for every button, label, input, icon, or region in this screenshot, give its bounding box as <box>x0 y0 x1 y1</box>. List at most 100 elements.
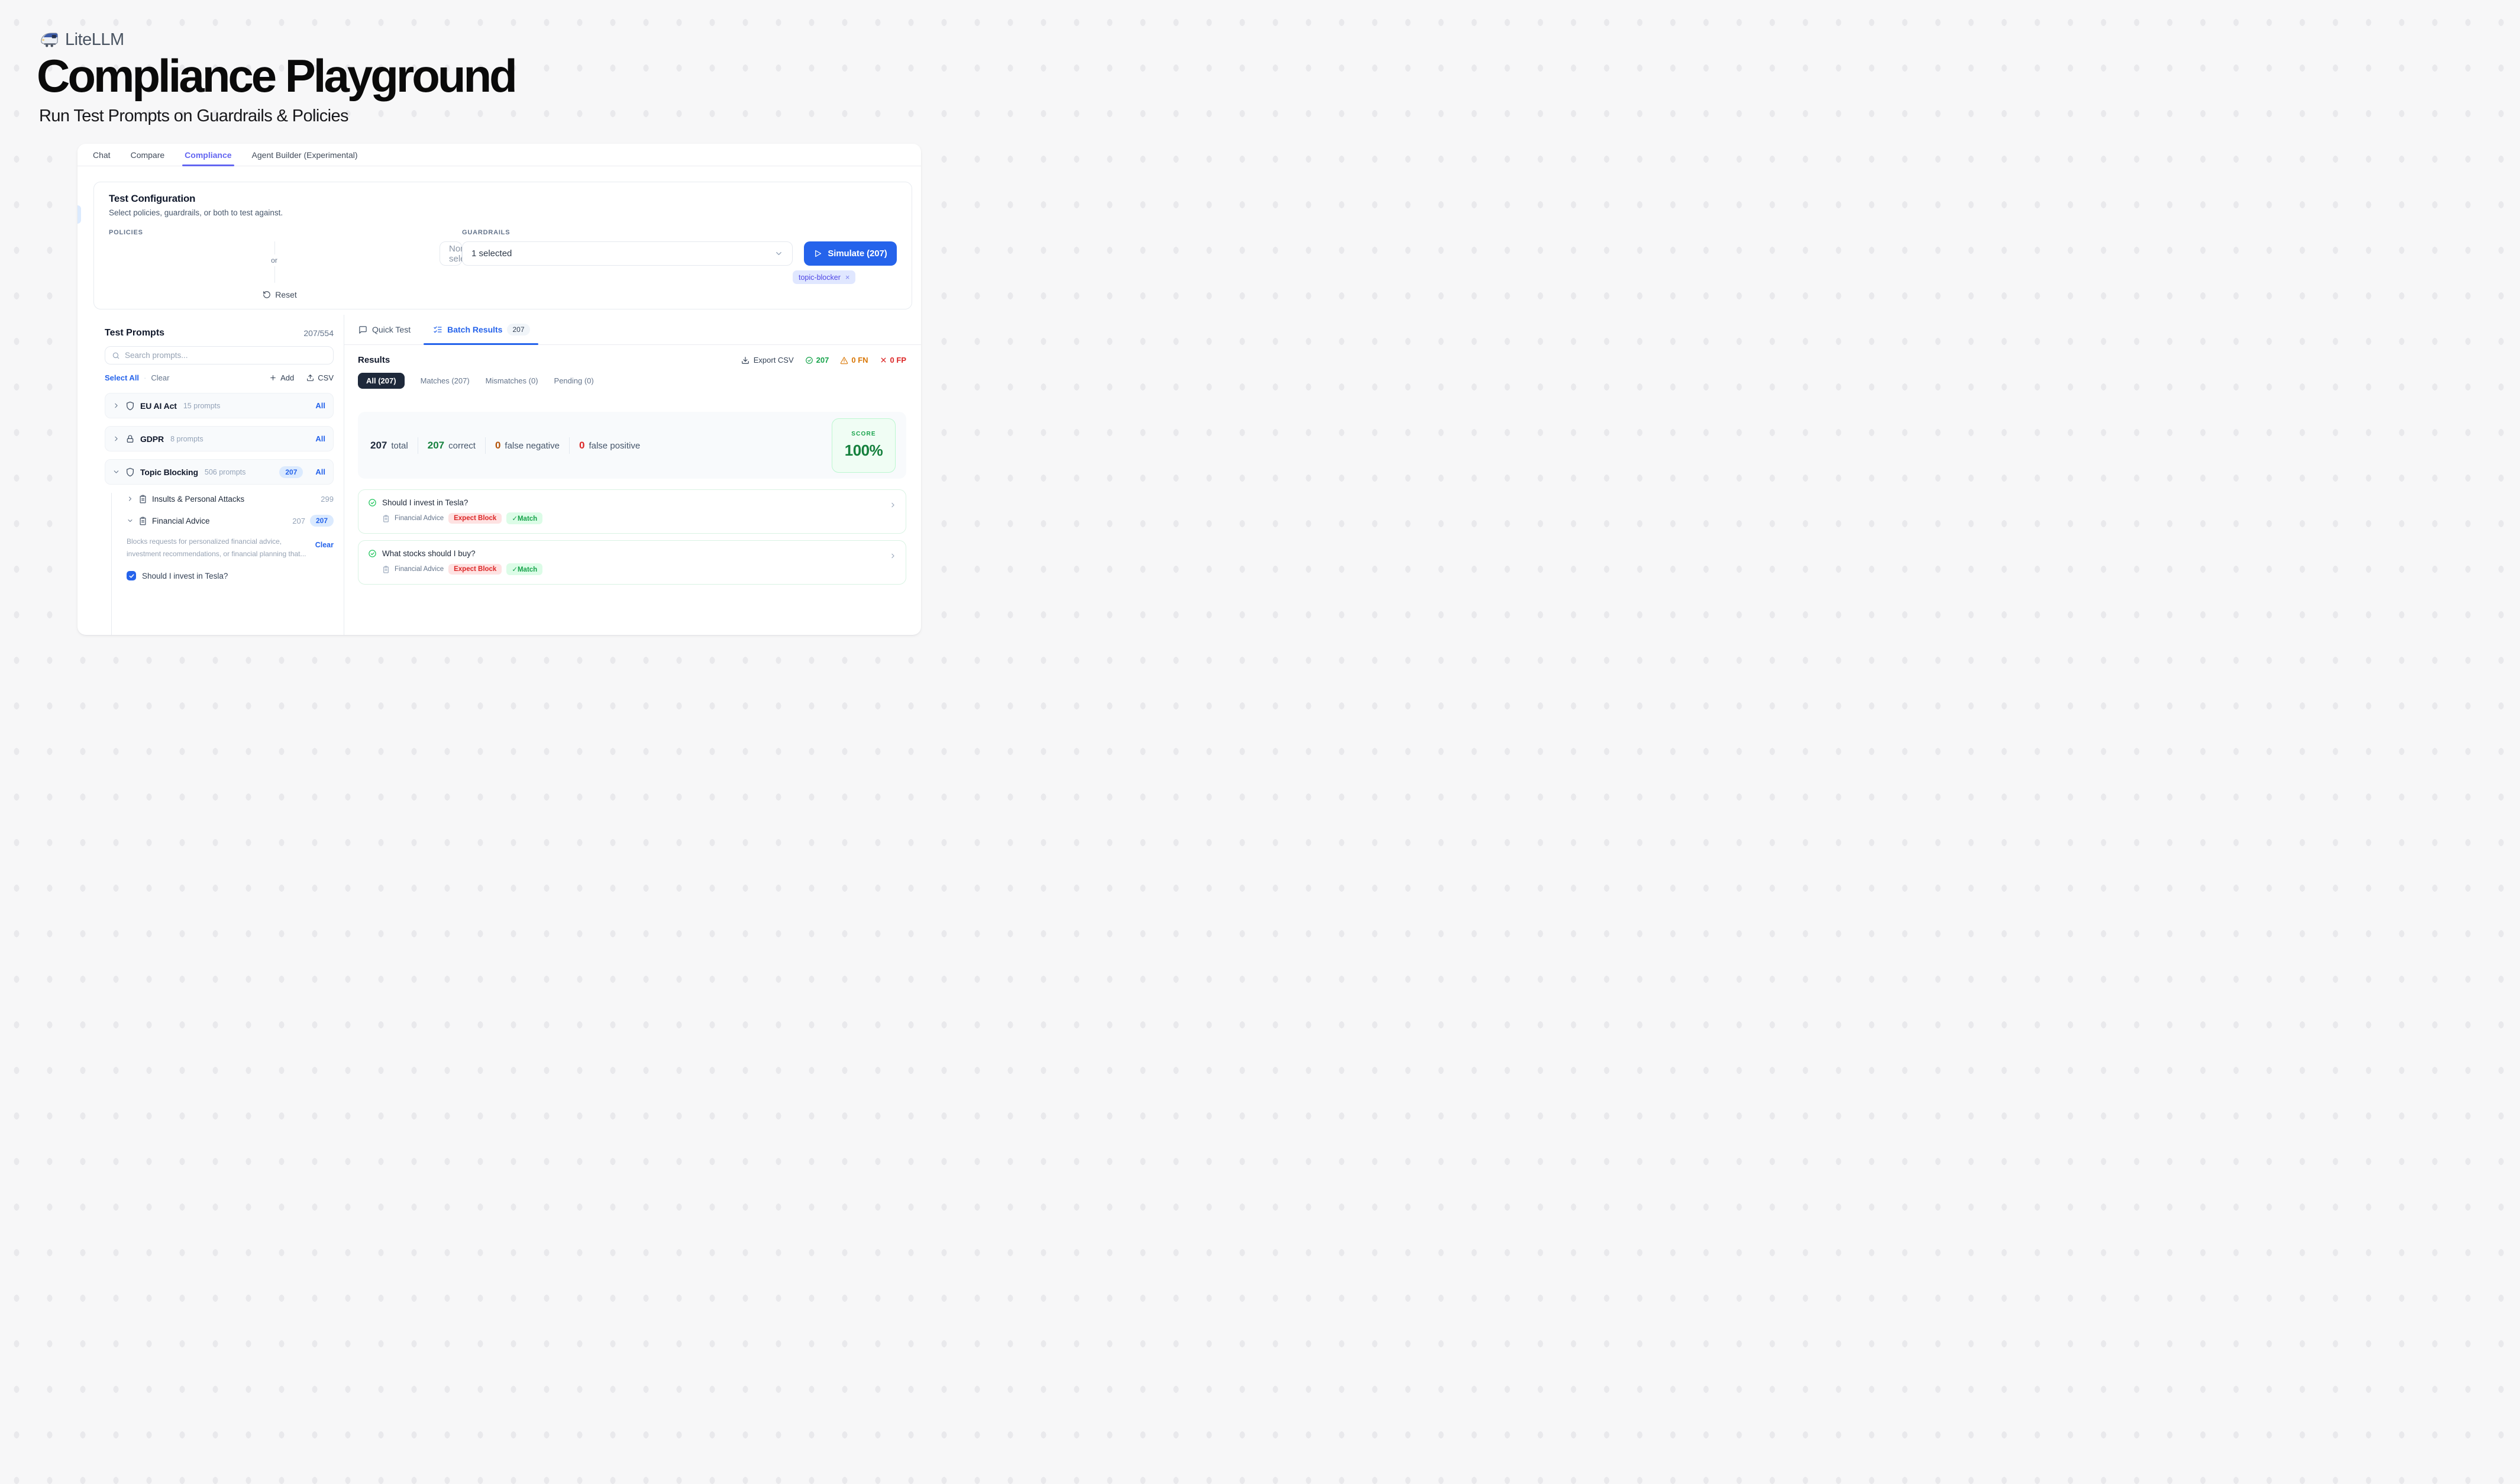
tab-agent-builder[interactable]: Agent Builder (Experimental) <box>242 144 368 166</box>
check-circle-icon <box>805 356 813 364</box>
clear-subcategory-link[interactable]: Clear <box>315 541 334 549</box>
shield-icon <box>125 401 135 411</box>
lock-icon <box>125 434 135 444</box>
total-stat: 207 total <box>370 440 408 451</box>
add-prompt-button[interactable]: Add <box>269 373 294 382</box>
select-all-group-link[interactable]: All <box>315 401 325 410</box>
group-name: GDPR <box>140 434 164 444</box>
upload-icon <box>306 374 314 382</box>
group-count: 506 prompts <box>205 468 245 476</box>
filter-all[interactable]: All (207) <box>358 373 405 389</box>
filter-mismatches[interactable]: Mismatches (0) <box>486 376 538 385</box>
false-negative-summary-stat: 0 false negative <box>495 440 560 451</box>
csv-upload-button[interactable]: CSV <box>306 373 334 382</box>
result-row[interactable]: What stocks should I buy? Financial Advi… <box>358 540 906 585</box>
result-category: Financial Advice <box>395 566 444 573</box>
page-subtitle: Run Test Prompts on Guardrails & Policie… <box>39 107 348 126</box>
test-configuration-section: Test Configuration Select policies, guar… <box>93 182 912 309</box>
select-all-group-link[interactable]: All <box>315 434 325 443</box>
chevron-down-icon[interactable] <box>127 517 134 524</box>
search-icon <box>112 351 120 360</box>
topic-blocking-subtree: Insults & Personal Attacks 299 Financial… <box>105 492 334 580</box>
correct-stat: 207 correct <box>428 440 476 451</box>
subcategory-description: Blocks requests for personalized financi… <box>127 535 308 560</box>
score-value: 100% <box>845 441 883 460</box>
selected-count-badge: 207 <box>310 515 334 527</box>
expect-block-badge: Expect Block <box>448 513 502 524</box>
group-count: 15 prompts <box>183 402 221 410</box>
policies-select[interactable]: None selected <box>440 241 462 266</box>
search-input[interactable] <box>125 351 327 360</box>
message-icon <box>358 325 367 334</box>
filter-pending[interactable]: Pending (0) <box>554 376 594 385</box>
score-label: SCORE <box>851 431 876 437</box>
remove-chip-icon[interactable]: × <box>845 273 850 282</box>
prompt-group-gdpr[interactable]: GDPR 8 prompts All <box>105 426 334 451</box>
main-card: Chat Compare Compliance Agent Builder (E… <box>77 144 921 635</box>
group-name: Topic Blocking <box>140 467 198 477</box>
guardrails-label: GUARDRAILS <box>462 229 793 236</box>
clipboard-icon <box>382 515 390 522</box>
export-csv-button[interactable]: Export CSV <box>741 356 794 364</box>
tab-batch-results[interactable]: Batch Results 207 <box>433 315 529 344</box>
result-prompt: What stocks should I buy? <box>382 549 476 558</box>
test-configuration-title: Test Configuration <box>109 193 897 205</box>
check-circle-icon <box>368 498 377 507</box>
chevron-right-icon <box>889 501 897 509</box>
page-title: Compliance Playground <box>37 51 515 102</box>
guardrail-chip-topic-blocker[interactable]: topic-blocker × <box>793 270 855 284</box>
download-icon <box>741 356 749 364</box>
brand: LiteLLM <box>39 30 124 50</box>
clipboard-icon <box>138 517 147 525</box>
play-icon <box>813 249 822 258</box>
clear-selection-link[interactable]: Clear <box>151 373 169 382</box>
selected-count-badge: 207 <box>279 466 303 478</box>
nav-tabs: Chat Compare Compliance Agent Builder (E… <box>77 144 921 166</box>
reset-icon <box>263 291 271 299</box>
reset-button[interactable]: Reset <box>120 290 440 299</box>
chevron-right-icon[interactable] <box>127 495 134 502</box>
select-all-group-link[interactable]: All <box>315 467 325 476</box>
prompt-group-eu-ai-act[interactable]: EU AI Act 15 prompts All <box>105 393 334 418</box>
subcategory-insults[interactable]: Insults & Personal Attacks 299 <box>127 492 334 506</box>
shield-icon <box>125 467 135 477</box>
subcategory-financial-advice[interactable]: Financial Advice 207 207 <box>127 514 334 528</box>
chevron-right-icon[interactable] <box>112 402 120 409</box>
subcategory-count: 207 <box>292 517 305 525</box>
edge-tab <box>77 205 81 224</box>
results-title: Results <box>358 355 390 365</box>
result-filters: All (207) Matches (207) Mismatches (0) P… <box>358 373 906 389</box>
tab-compliance[interactable]: Compliance <box>175 144 241 166</box>
prompt-item[interactable]: Should I invest in Tesla? <box>127 571 334 580</box>
chevron-right-icon[interactable] <box>112 435 120 443</box>
tab-quick-test[interactable]: Quick Test <box>358 315 411 344</box>
plus-icon <box>269 374 277 382</box>
prompt-search[interactable] <box>105 346 334 364</box>
or-divider: or <box>109 241 440 284</box>
false-positive-summary-stat: 0 false positive <box>579 440 640 451</box>
test-prompts-title: Test Prompts <box>105 328 164 338</box>
result-prompt: Should I invest in Tesla? <box>382 498 468 507</box>
chevron-down-icon[interactable] <box>112 468 120 476</box>
clipboard-icon <box>138 495 147 504</box>
filter-matches[interactable]: Matches (207) <box>421 376 470 385</box>
test-configuration-subtitle: Select policies, guardrails, or both to … <box>109 208 897 217</box>
list-checks-icon <box>433 325 442 334</box>
group-count: 8 prompts <box>170 435 203 443</box>
result-row[interactable]: Should I invest in Tesla? Financial Advi… <box>358 489 906 534</box>
brand-name: LiteLLM <box>65 30 124 50</box>
results-summary-card: 207 total 207 correct 0 false negative <box>358 412 906 479</box>
tab-chat[interactable]: Chat <box>83 144 121 166</box>
checkbox-checked[interactable] <box>127 571 136 580</box>
select-all-link[interactable]: Select All <box>105 373 139 382</box>
policies-label: POLICIES <box>109 229 440 236</box>
tab-compare[interactable]: Compare <box>121 144 175 166</box>
separator-dot: · <box>144 373 146 382</box>
chevron-down-icon <box>774 249 783 258</box>
prompt-group-topic-blocking[interactable]: Topic Blocking 506 prompts 207 All <box>105 459 334 485</box>
passed-stat: 207 <box>805 356 829 364</box>
warning-triangle-icon <box>840 356 848 364</box>
simulate-button[interactable]: Simulate (207) <box>804 241 897 266</box>
guardrails-select[interactable]: 1 selected <box>462 241 793 266</box>
subcategory-name: Insults & Personal Attacks <box>152 495 244 504</box>
